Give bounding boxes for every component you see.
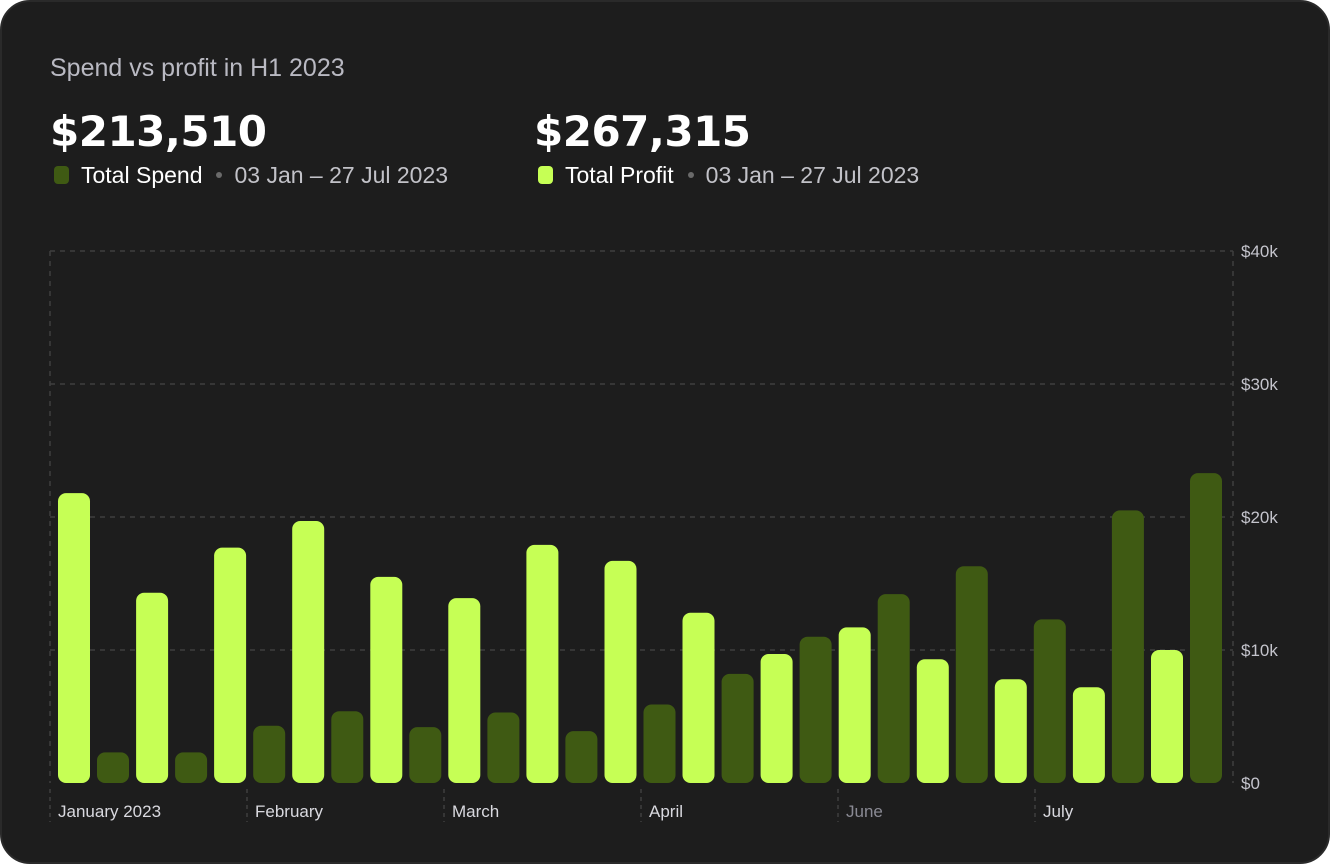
profit-bar <box>682 612 715 783</box>
spend-bar <box>565 731 598 783</box>
spend-bar <box>643 704 676 783</box>
x-month-label: June <box>846 802 883 821</box>
spend-bar <box>1033 619 1066 783</box>
y-tick-label: $0 <box>1241 774 1260 793</box>
profit-bar <box>994 679 1027 783</box>
spend-bar <box>487 712 520 783</box>
y-tick-label: $40k <box>1241 242 1278 261</box>
profit-bar <box>1072 687 1105 783</box>
chart-card: Spend vs profit in H1 2023 $213,510 Tota… <box>0 0 1330 864</box>
spend-bar <box>955 566 988 783</box>
x-month-label: February <box>255 802 324 821</box>
bar-chart: $0 $10k $20k $30k $40k January 2023 February Ma… <box>49 242 1278 822</box>
spend-bar <box>409 727 442 783</box>
spend-bar <box>1111 510 1144 783</box>
profit-bar <box>370 576 403 783</box>
spend-bar <box>331 711 364 783</box>
profit-bar <box>58 493 90 783</box>
profit-bar <box>1151 650 1183 783</box>
spend-bar <box>97 752 129 783</box>
spend-bar <box>721 673 754 783</box>
profit-bar <box>760 654 793 783</box>
spend-bar <box>799 636 832 783</box>
x-month-label: April <box>649 802 683 821</box>
profit-bar <box>838 627 871 783</box>
y-tick-label: $30k <box>1241 375 1278 394</box>
profit-bar <box>214 547 247 783</box>
x-month-label: January 2023 <box>58 802 161 821</box>
profit-bar <box>136 592 169 783</box>
profit-bar <box>448 598 481 783</box>
spend-bar <box>1190 473 1222 783</box>
spend-bar <box>253 725 286 783</box>
spend-bar <box>877 594 910 783</box>
profit-bar <box>526 544 559 783</box>
profit-bar <box>292 521 325 783</box>
spend-bar <box>175 752 208 783</box>
profit-bar <box>604 560 637 783</box>
y-tick-label: $10k <box>1241 641 1278 660</box>
x-month-label: March <box>452 802 499 821</box>
profit-bar <box>916 659 949 783</box>
y-tick-label: $20k <box>1241 508 1278 527</box>
x-month-label: July <box>1043 802 1074 821</box>
